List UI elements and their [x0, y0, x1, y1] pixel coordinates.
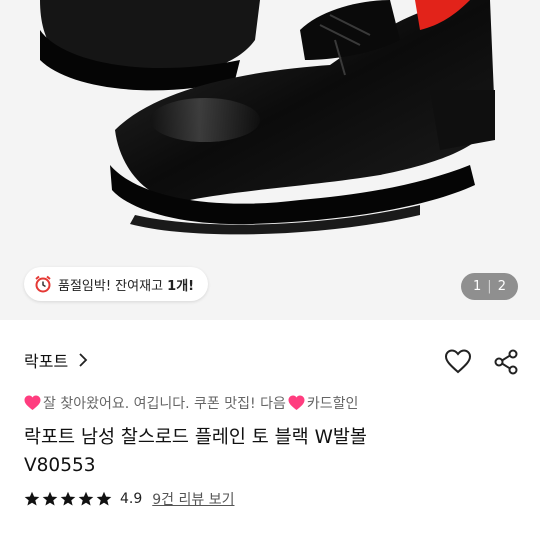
star-icon: [60, 491, 76, 506]
product-title: 락포트 남성 찰스로드 플레인 토 블랙 W발볼 V80553: [24, 427, 367, 476]
brand-link[interactable]: 락포트: [24, 348, 88, 372]
star-icon: [96, 491, 112, 506]
review-link[interactable]: 9건 리뷰 보기: [152, 489, 234, 509]
alarm-clock-icon: [35, 275, 51, 293]
star-rating: [24, 491, 112, 507]
pager-current: 1: [473, 279, 482, 294]
promo-text-2: 카드할인: [306, 396, 359, 412]
rating-row: 4.9 9건 리뷰 보기: [24, 489, 234, 509]
stock-badge-text: 품절임박! 잔여재고 1개!: [58, 278, 195, 294]
share-icon[interactable]: [492, 348, 520, 376]
product-image-carousel[interactable]: 품절임박! 잔여재고 1개! 1 | 2: [0, 0, 540, 320]
brand-name: 락포트: [24, 352, 69, 371]
pink-heart-icon: [288, 395, 305, 410]
pager-total: 2: [497, 279, 506, 294]
promo-line: 잘 찾아왔어요. 여깁니다. 쿠폰 맛집! 다음 카드할인: [24, 393, 358, 413]
star-icon: [24, 491, 40, 506]
rating-score: 4.9: [120, 491, 143, 507]
star-icon: [78, 491, 94, 506]
stock-warning-badge: 품절임박! 잔여재고 1개!: [24, 267, 209, 301]
promo-text-1: 잘 찾아왔어요. 여깁니다. 쿠폰 맛집! 다음: [43, 396, 286, 412]
product-actions: [444, 348, 520, 376]
pager-separator: |: [487, 279, 492, 294]
heart-icon[interactable]: [444, 348, 472, 376]
pink-heart-icon: [24, 395, 41, 410]
chevron-right-icon: [79, 353, 88, 367]
image-pager: 1 | 2: [461, 273, 518, 300]
star-icon: [42, 491, 58, 506]
